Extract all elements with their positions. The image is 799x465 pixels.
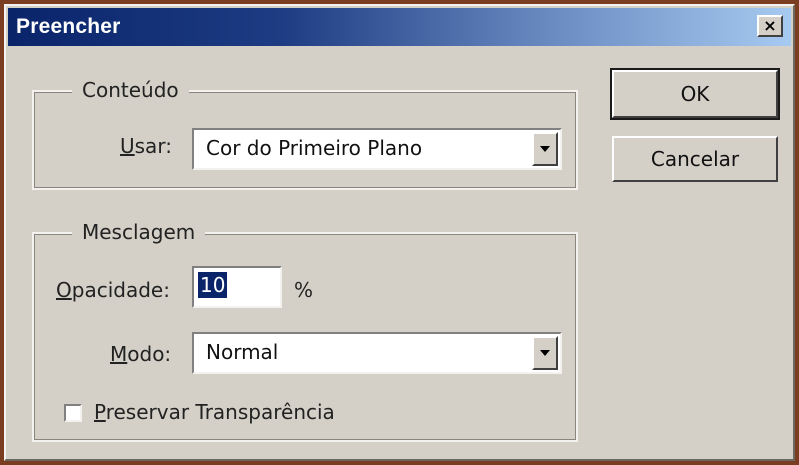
- preservar-checkbox[interactable]: [64, 404, 82, 422]
- dialog-title: Preencher: [16, 15, 121, 38]
- opacidade-label: Opacidade:: [56, 278, 170, 302]
- close-icon: ×: [763, 16, 777, 35]
- modo-select[interactable]: Normal: [192, 332, 562, 374]
- usar-select-value: Cor do Primeiro Plano: [206, 136, 423, 160]
- title-bar[interactable]: Preencher ×: [8, 8, 791, 46]
- opacidade-input[interactable]: 10: [192, 266, 282, 308]
- usar-select[interactable]: Cor do Primeiro Plano: [192, 128, 562, 170]
- conteudo-group: Conteúdo Usar: Cor do Primeiro Plano: [32, 78, 578, 190]
- mesclagem-group: Mesclagem Opacidade: 10 % Modo: Normal P…: [32, 220, 578, 442]
- ok-button[interactable]: OK: [610, 68, 780, 120]
- modo-label: Modo:: [110, 342, 172, 366]
- modo-dropdown-button[interactable]: [532, 336, 558, 370]
- cancel-button-label: Cancelar: [650, 147, 740, 171]
- ok-button-label: OK: [680, 82, 710, 106]
- opacidade-input-value: 10: [198, 272, 228, 298]
- close-button[interactable]: ×: [757, 15, 783, 37]
- conteudo-legend: Conteúdo: [72, 78, 189, 102]
- fill-dialog: Preencher × Conteúdo Usar: Cor do Primei…: [4, 4, 795, 461]
- preservar-label[interactable]: Preservar Transparência: [94, 400, 335, 424]
- cancel-button[interactable]: Cancelar: [612, 136, 778, 182]
- chevron-down-icon: [540, 350, 550, 356]
- chevron-down-icon: [540, 146, 550, 152]
- usar-dropdown-button[interactable]: [532, 132, 558, 166]
- mesclagem-legend: Mesclagem: [72, 220, 206, 244]
- percent-label: %: [294, 278, 314, 302]
- modo-select-value: Normal: [206, 340, 279, 364]
- usar-label: Usar:: [120, 134, 172, 158]
